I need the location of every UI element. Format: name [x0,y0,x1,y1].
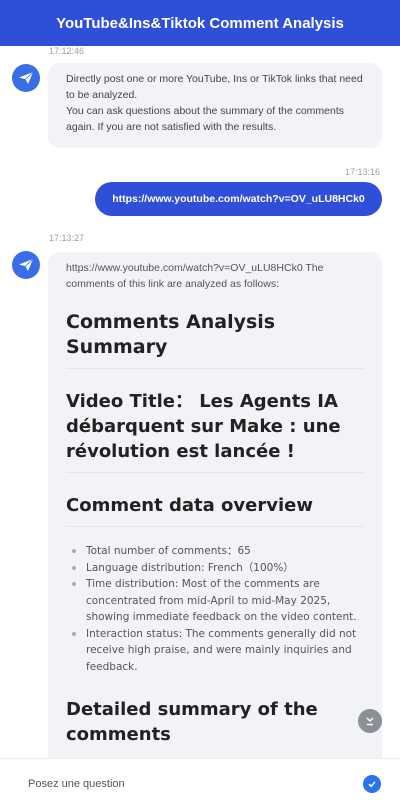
send-button[interactable] [363,775,381,793]
bot-avatar [12,64,40,92]
check-icon [368,781,376,788]
list-item: Interaction status: The comments general… [72,626,364,676]
video-title-heading: Video Title： Les Agents IA débarquent su… [66,389,364,473]
list-item: Language distribution: French（100%） [72,560,364,577]
analysis-message: https://www.youtube.com/watch?v=OV_uLU8H… [48,252,382,772]
app-title: YouTube&Ins&Tiktok Comment Analysis [56,14,344,32]
list-item: Total number of comments：65 [72,543,364,560]
analysis-heading: Comments Analysis Summary [66,310,364,369]
bot-message-line: Directly post one or more YouTube, Ins o… [66,73,363,101]
message-timestamp: 17:13:16 [345,167,381,177]
overview-list: Total number of comments：65 Language dis… [66,543,364,675]
chevron-double-down-icon [366,717,374,726]
bot-message: Directly post one or more YouTube, Ins o… [48,63,382,148]
paper-plane-icon [19,258,34,271]
user-message-text: https://www.youtube.com/watch?v=OV_uLU8H… [112,193,365,205]
question-input[interactable] [28,773,348,795]
user-message: https://www.youtube.com/watch?v=OV_uLU8H… [95,182,382,216]
analysis-intro: https://www.youtube.com/watch?v=OV_uLU8H… [66,262,324,290]
list-item: Time distribution: Most of the comments … [72,576,364,626]
scroll-down-button[interactable] [358,709,382,733]
message-timestamp: 17:13:27 [49,233,85,243]
message-timestamp: 17:12:46 [49,46,85,56]
bot-message-line: You can ask questions about the summary … [66,105,345,133]
bot-avatar [12,251,40,279]
composer [0,758,400,807]
paper-plane-icon [19,71,34,84]
app-header: YouTube&Ins&Tiktok Comment Analysis [0,0,400,46]
detailed-summary-heading: Detailed summary of the comments [66,699,318,745]
overview-heading: Comment data overview [66,493,364,527]
